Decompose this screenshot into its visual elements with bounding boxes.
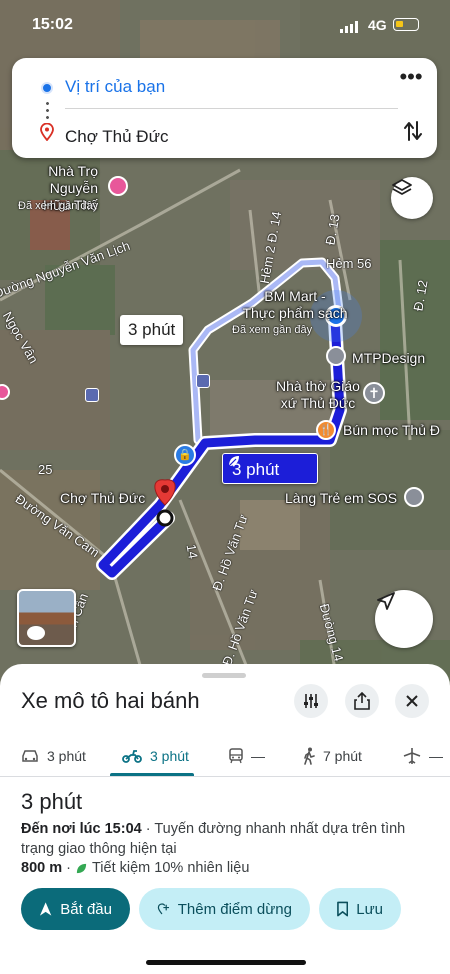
route-duration: 3 phút (21, 789, 83, 814)
place-label[interactable]: Làng Trẻ em SOS (285, 490, 397, 507)
save-button[interactable]: Lưu (319, 888, 401, 930)
road-label: 25 (38, 462, 53, 477)
share-icon (354, 692, 370, 710)
directions-sheet: Xe mô tô hai bánh 3 phút 3 phút — 7 phút… (0, 664, 450, 974)
start-label: Bắt đầu (60, 900, 112, 918)
destination-row[interactable]: Chợ Thủ Đức (12, 113, 437, 153)
distance-row: 800 m · Tiết kiệm 10% nhiên liệu (21, 860, 250, 876)
navigation-arrow-icon (377, 592, 395, 610)
motorbike-icon (122, 750, 142, 763)
arrival-time: Đến nơi lúc 15:04 (21, 821, 142, 837)
bus-stop-icon[interactable] (196, 374, 210, 388)
sliders-icon (304, 694, 318, 708)
eco-leaf-icon (76, 863, 87, 873)
car-icon (22, 750, 38, 762)
tab-transit-label: — (251, 748, 265, 764)
place-sublabel: Đã xem gần đây (232, 324, 313, 336)
battery-icon (393, 18, 419, 31)
place-label[interactable]: Bún mọc Thủ Đ (343, 422, 440, 439)
route-time-badge[interactable]: 3 phút (222, 453, 318, 484)
status-bar: 15:02 4G (0, 14, 450, 38)
home-indicator[interactable] (146, 960, 306, 965)
tab-transit[interactable]: — (229, 736, 265, 776)
destination-field[interactable]: Chợ Thủ Đức (65, 127, 168, 147)
leaf-icon (228, 456, 239, 467)
sheet-grabber[interactable] (202, 673, 246, 678)
add-stop-button[interactable]: Thêm điểm dừng (139, 888, 310, 930)
flight-icon (403, 748, 421, 764)
destination-pin-icon (40, 123, 54, 141)
alt-route-time-badge[interactable]: 3 phút (120, 315, 184, 345)
status-time: 15:02 (32, 16, 73, 33)
close-button[interactable] (395, 684, 429, 718)
bus-stop-icon[interactable] (85, 388, 99, 402)
place-label[interactable]: MTPDesign (352, 350, 425, 367)
street-view-thumbnail[interactable] (17, 589, 76, 647)
tab-motorbike-label: 3 phút (150, 748, 189, 764)
network-type: 4G (368, 17, 387, 33)
tab-flight[interactable]: — (403, 736, 443, 776)
travel-mode-tabs: 3 phút 3 phút — 7 phút — (0, 736, 450, 776)
bookmark-icon (337, 901, 349, 917)
origin-field[interactable]: Vị trí của bạn (65, 77, 165, 97)
tab-walk-label: 7 phút (323, 748, 362, 764)
close-icon (406, 695, 418, 707)
add-stop-label: Thêm điểm dừng (177, 900, 292, 918)
tab-car[interactable]: 3 phút (21, 736, 86, 776)
tab-flight-label: — (429, 748, 443, 764)
route-options-button[interactable] (294, 684, 328, 718)
add-stop-icon (157, 903, 170, 915)
road-label: Hẻm 56 (326, 256, 372, 271)
place-label[interactable]: Chợ Thủ Đức (60, 490, 145, 507)
place-pin-icon[interactable] (326, 346, 346, 366)
fuel-savings: Tiết kiệm 10% nhiên liệu (91, 860, 250, 876)
place-label[interactable]: Nhà thờ Giáo xứ Thủ Đức (268, 378, 368, 412)
navigation-arrow-icon (39, 902, 52, 916)
walk-icon (304, 747, 315, 765)
place-label[interactable]: BM Mart - Thực phẩm sạch (235, 288, 355, 322)
route-distance: 800 m (21, 860, 63, 876)
layers-icon (392, 179, 412, 195)
tab-car-label: 3 phút (47, 748, 86, 764)
divider (0, 776, 450, 777)
divider (65, 108, 398, 109)
road-label: 14 (183, 543, 201, 560)
save-label: Lưu (356, 900, 383, 918)
tab-walk[interactable]: 7 phút (303, 736, 362, 776)
layers-button[interactable] (391, 177, 433, 219)
place-sublabel: Đã xem gần đây (18, 200, 99, 212)
restaurant-pin-icon[interactable]: 🍴 (316, 420, 336, 440)
swap-icon[interactable] (403, 120, 423, 142)
recenter-button[interactable] (375, 590, 433, 648)
transit-icon (229, 748, 243, 764)
hotel-pin-icon[interactable] (108, 176, 128, 196)
share-button[interactable] (345, 684, 379, 718)
shopping-pin-icon[interactable]: 🔒 (174, 444, 196, 466)
route-details: Đến nơi lúc 15:04 · Tuyến đường nhanh nh… (21, 819, 431, 859)
signal-icon (340, 21, 358, 33)
more-options-button[interactable]: ••• (399, 66, 423, 96)
origin-row[interactable]: Vị trí của bạn (12, 63, 437, 103)
place-pin-icon[interactable] (404, 487, 424, 507)
directions-card: Vị trí của bạn Chợ Thủ Đức ••• (12, 58, 437, 158)
street-view-icon (27, 626, 45, 640)
tab-motorbike[interactable]: 3 phút (122, 736, 189, 776)
origin-dot-icon (41, 82, 53, 94)
start-button[interactable]: Bắt đầu (21, 888, 130, 930)
travel-mode-title: Xe mô tô hai bánh (21, 688, 200, 713)
